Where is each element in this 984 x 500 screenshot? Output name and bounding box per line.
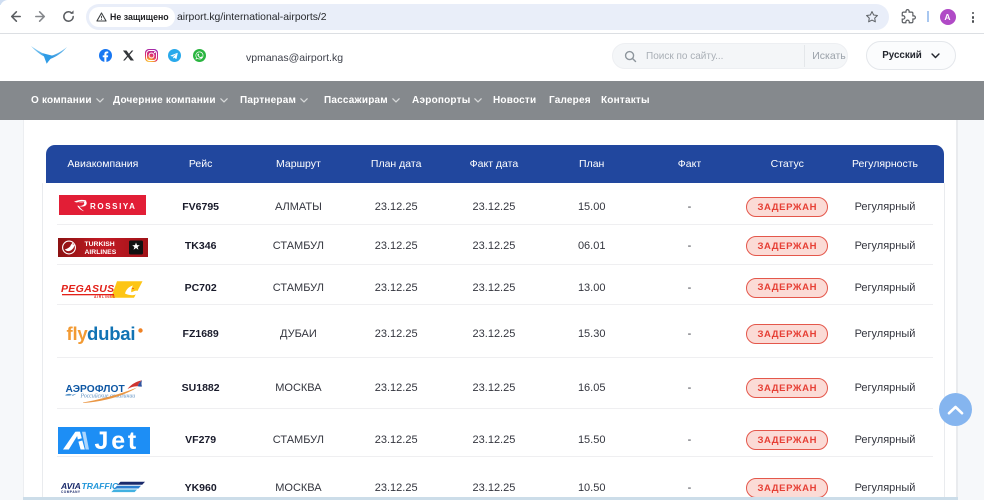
svg-text:AIRLINES: AIRLINES: [84, 249, 116, 256]
svg-text:flydubai: flydubai: [66, 324, 135, 344]
svg-text:TURKISH: TURKISH: [84, 241, 114, 248]
svg-text:TRAFFIC: TRAFFIC: [81, 481, 119, 491]
svg-text:COMPANY: COMPANY: [61, 490, 81, 493]
svg-text:AIRLINES: AIRLINES: [94, 295, 115, 298]
svg-text:PEGASUS: PEGASUS: [61, 283, 114, 295]
svg-text:Jet: Jet: [94, 427, 139, 454]
svg-text:ROSSIYA: ROSSIYA: [90, 202, 136, 211]
